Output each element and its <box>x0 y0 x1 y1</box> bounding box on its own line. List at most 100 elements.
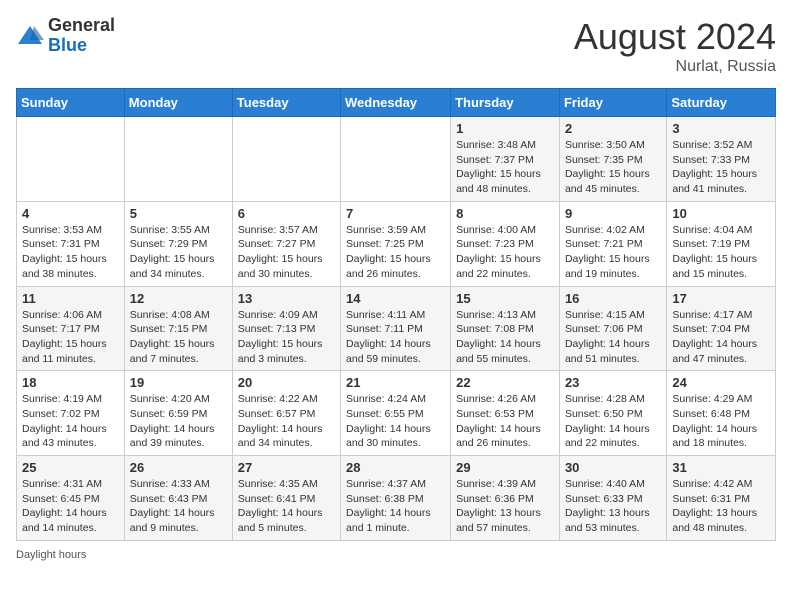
calendar-cell: 31 Sunrise: 4:42 AMSunset: 6:31 PMDayligh… <box>667 456 776 541</box>
calendar-cell: 28 Sunrise: 4:37 AMSunset: 6:38 PMDayligh… <box>341 456 451 541</box>
day-number: 21 <box>346 375 445 390</box>
calendar-cell: 17 Sunrise: 4:17 AMSunset: 7:04 PMDayligh… <box>667 286 776 371</box>
calendar-week-row: 18Sunrise: 4:19 AMSunset: 7:02 PMDayligh… <box>17 371 776 456</box>
location: Nurlat, Russia <box>574 58 776 76</box>
calendar-cell: 2 Sunrise: 3:50 AMSunset: 7:35 PMDaylight… <box>559 117 666 202</box>
day-info: Sunrise: 4:31 AMSunset: 6:45 PMDaylight:… <box>22 477 119 536</box>
calendar-cell: 24 Sunrise: 4:29 AMSunset: 6:48 PMDayligh… <box>667 371 776 456</box>
day-number: 9 <box>565 206 661 221</box>
day-number: 20 <box>238 375 335 390</box>
calendar-cell: 15Sunrise: 4:13 AMSunset: 7:08 PMDayligh… <box>451 286 560 371</box>
day-number: 15 <box>456 291 554 306</box>
day-info: Sunrise: 4:09 AMSunset: 7:13 PMDaylight:… <box>238 308 335 367</box>
day-info: Sunrise: 4:40 AMSunset: 6:33 PMDaylight:… <box>565 477 661 536</box>
calendar-cell <box>17 117 125 202</box>
calendar-cell: 29Sunrise: 4:39 AMSunset: 6:36 PMDayligh… <box>451 456 560 541</box>
day-info: Sunrise: 4:22 AMSunset: 6:57 PMDaylight:… <box>238 392 335 451</box>
calendar-cell: 23 Sunrise: 4:28 AMSunset: 6:50 PMDayligh… <box>559 371 666 456</box>
day-info: Sunrise: 4:37 AMSunset: 6:38 PMDaylight:… <box>346 477 445 536</box>
day-number: 5 <box>130 206 227 221</box>
day-info: Sunrise: 3:59 AMSunset: 7:25 PMDaylight:… <box>346 223 445 282</box>
calendar-week-row: 25 Sunrise: 4:31 AMSunset: 6:45 PMDayligh… <box>17 456 776 541</box>
calendar-week-row: 4 Sunrise: 3:53 AMSunset: 7:31 PMDaylight… <box>17 201 776 286</box>
day-number: 17 <box>672 291 770 306</box>
calendar-cell: 18Sunrise: 4:19 AMSunset: 7:02 PMDayligh… <box>17 371 125 456</box>
calendar-day-header: Wednesday <box>341 89 451 117</box>
day-info: Sunrise: 4:06 AMSunset: 7:17 PMDaylight:… <box>22 308 119 367</box>
calendar-cell: 9 Sunrise: 4:02 AMSunset: 7:21 PMDaylight… <box>559 201 666 286</box>
day-number: 8 <box>456 206 554 221</box>
day-number: 3 <box>672 121 770 136</box>
logo-general: General <box>48 16 115 36</box>
month-year: August 2024 <box>574 16 776 58</box>
day-info: Sunrise: 4:15 AMSunset: 7:06 PMDaylight:… <box>565 308 661 367</box>
day-info: Sunrise: 4:04 AMSunset: 7:19 PMDaylight:… <box>672 223 770 282</box>
calendar-cell: 4 Sunrise: 3:53 AMSunset: 7:31 PMDaylight… <box>17 201 125 286</box>
calendar-cell: 22Sunrise: 4:26 AMSunset: 6:53 PMDayligh… <box>451 371 560 456</box>
day-info: Sunrise: 4:11 AMSunset: 7:11 PMDaylight:… <box>346 308 445 367</box>
day-info: Sunrise: 4:26 AMSunset: 6:53 PMDaylight:… <box>456 392 554 451</box>
logo-icon <box>16 22 44 50</box>
calendar-cell: 5 Sunrise: 3:55 AMSunset: 7:29 PMDaylight… <box>124 201 232 286</box>
calendar-cell: 12 Sunrise: 4:08 AMSunset: 7:15 PMDayligh… <box>124 286 232 371</box>
calendar-cell: 11Sunrise: 4:06 AMSunset: 7:17 PMDayligh… <box>17 286 125 371</box>
day-info: Sunrise: 3:55 AMSunset: 7:29 PMDaylight:… <box>130 223 227 282</box>
day-info: Sunrise: 4:28 AMSunset: 6:50 PMDaylight:… <box>565 392 661 451</box>
calendar-day-header: Thursday <box>451 89 560 117</box>
day-number: 7 <box>346 206 445 221</box>
calendar-week-row: 11Sunrise: 4:06 AMSunset: 7:17 PMDayligh… <box>17 286 776 371</box>
day-number: 2 <box>565 121 661 136</box>
day-number: 28 <box>346 460 445 475</box>
day-info: Sunrise: 3:57 AMSunset: 7:27 PMDaylight:… <box>238 223 335 282</box>
day-info: Sunrise: 4:39 AMSunset: 6:36 PMDaylight:… <box>456 477 554 536</box>
calendar-week-row: 1 Sunrise: 3:48 AMSunset: 7:37 PMDaylight… <box>17 117 776 202</box>
day-info: Sunrise: 3:50 AMSunset: 7:35 PMDaylight:… <box>565 138 661 197</box>
day-info: Sunrise: 4:19 AMSunset: 7:02 PMDaylight:… <box>22 392 119 451</box>
logo-blue: Blue <box>48 36 115 56</box>
day-info: Sunrise: 4:17 AMSunset: 7:04 PMDaylight:… <box>672 308 770 367</box>
day-info: Sunrise: 3:48 AMSunset: 7:37 PMDaylight:… <box>456 138 554 197</box>
day-number: 30 <box>565 460 661 475</box>
day-info: Sunrise: 4:08 AMSunset: 7:15 PMDaylight:… <box>130 308 227 367</box>
day-number: 31 <box>672 460 770 475</box>
logo: General Blue <box>16 16 115 56</box>
calendar-cell: 30 Sunrise: 4:40 AMSunset: 6:33 PMDayligh… <box>559 456 666 541</box>
day-number: 13 <box>238 291 335 306</box>
day-number: 10 <box>672 206 770 221</box>
day-info: Sunrise: 4:00 AMSunset: 7:23 PMDaylight:… <box>456 223 554 282</box>
footer: Daylight hours <box>16 549 776 561</box>
calendar-day-header: Tuesday <box>232 89 340 117</box>
day-number: 23 <box>565 375 661 390</box>
day-number: 25 <box>22 460 119 475</box>
calendar-cell <box>341 117 451 202</box>
day-number: 12 <box>130 291 227 306</box>
calendar-day-header: Sunday <box>17 89 125 117</box>
day-info: Sunrise: 4:20 AMSunset: 6:59 PMDaylight:… <box>130 392 227 451</box>
day-info: Sunrise: 4:02 AMSunset: 7:21 PMDaylight:… <box>565 223 661 282</box>
calendar-cell <box>232 117 340 202</box>
day-info: Sunrise: 4:29 AMSunset: 6:48 PMDaylight:… <box>672 392 770 451</box>
calendar-cell: 13 Sunrise: 4:09 AMSunset: 7:13 PMDayligh… <box>232 286 340 371</box>
day-number: 4 <box>22 206 119 221</box>
day-number: 1 <box>456 121 554 136</box>
calendar-day-header: Monday <box>124 89 232 117</box>
calendar-cell: 7 Sunrise: 3:59 AMSunset: 7:25 PMDaylight… <box>341 201 451 286</box>
day-number: 6 <box>238 206 335 221</box>
day-info: Sunrise: 4:24 AMSunset: 6:55 PMDaylight:… <box>346 392 445 451</box>
day-number: 26 <box>130 460 227 475</box>
daylight-label: Daylight hours <box>16 549 86 561</box>
calendar-cell: 20 Sunrise: 4:22 AMSunset: 6:57 PMDayligh… <box>232 371 340 456</box>
day-info: Sunrise: 4:42 AMSunset: 6:31 PMDaylight:… <box>672 477 770 536</box>
day-number: 14 <box>346 291 445 306</box>
calendar-cell <box>124 117 232 202</box>
day-info: Sunrise: 3:53 AMSunset: 7:31 PMDaylight:… <box>22 223 119 282</box>
calendar-cell: 6 Sunrise: 3:57 AMSunset: 7:27 PMDaylight… <box>232 201 340 286</box>
calendar-cell: 19Sunrise: 4:20 AMSunset: 6:59 PMDayligh… <box>124 371 232 456</box>
day-number: 16 <box>565 291 661 306</box>
calendar-table: SundayMondayTuesdayWednesdayThursdayFrid… <box>16 88 776 541</box>
calendar-header-row: SundayMondayTuesdayWednesdayThursdayFrid… <box>17 89 776 117</box>
calendar-day-header: Saturday <box>667 89 776 117</box>
day-number: 24 <box>672 375 770 390</box>
logo-text: General Blue <box>48 16 115 56</box>
calendar-day-header: Friday <box>559 89 666 117</box>
